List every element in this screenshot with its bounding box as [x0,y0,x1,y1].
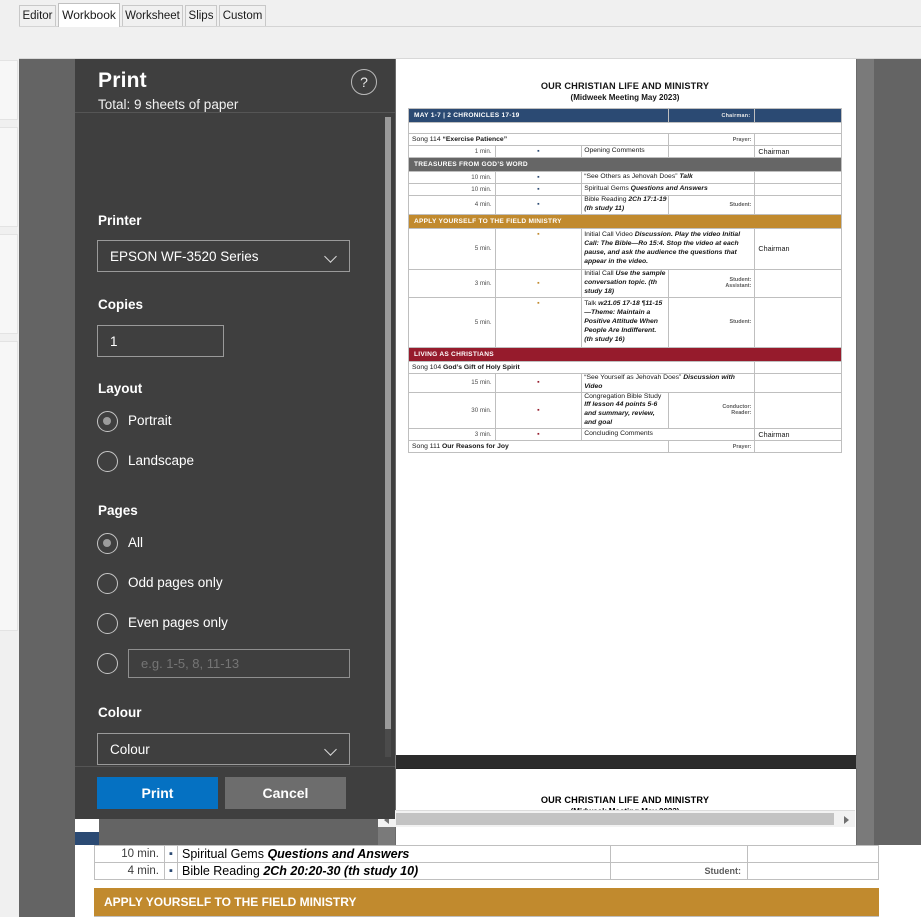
pages-option-custom[interactable] [97,651,377,677]
background-document-area: 10 min. ▪ Spiritual Gems Questions and A… [19,845,921,917]
table-row: 10 min. ▪ Spiritual Gems Questions and A… [95,846,879,863]
printer-label: Printer [98,213,142,228]
colour-label: Colour [98,705,142,720]
bullet-icon: ▪ [165,846,178,863]
help-icon[interactable]: ? [351,69,377,95]
gutter-panel-4 [0,341,18,631]
bg-gems-bold: Questions and Answers [267,847,409,861]
bg-row-gems-main: Spiritual Gems Questions and Answers [178,846,611,863]
layout-option-portrait[interactable]: Portrait [97,409,377,435]
background-schedule-table: 10 min. ▪ Spiritual Gems Questions and A… [94,845,879,880]
radio-portrait[interactable] [97,411,118,432]
dialog-scrollbar-track[interactable] [385,117,391,757]
dialog-body: Printer EPSON WF-3520 Series Copies 1 La… [75,113,395,767]
tab-worksheet[interactable]: Worksheet [122,5,183,27]
pages-option-all[interactable]: All [97,531,377,557]
table-row: 4 min. ▪ Bible Reading 2Ch 20:20-30 (th … [95,863,879,880]
print-dialog: Print Total: 9 sheets of paper ? Printer… [75,59,395,819]
colour-value: Colour [110,742,150,757]
pages-even-label: Even pages only [128,613,228,633]
dialog-scroll-thumb[interactable] [385,117,391,729]
pages-odd-label: Odd pages only [128,573,223,593]
radio-odd-pages[interactable] [97,573,118,594]
copies-input[interactable]: 1 [97,325,224,357]
pages-label: Pages [98,503,138,518]
copies-value: 1 [110,334,118,349]
cancel-button[interactable]: Cancel [225,777,346,809]
layout-label: Layout [98,381,142,396]
gutter-panel-1 [0,60,18,120]
bg-bible-bold: 2Ch 20:20-30 (th study 10) [263,864,418,878]
printer-select[interactable]: EPSON WF-3520 Series [97,240,350,272]
bg-row-bible-main: Bible Reading 2Ch 20:20-30 (th study 10) [178,863,611,880]
bg-row-bible-time: 4 min. [95,863,165,880]
pages-all-label: All [128,533,143,553]
background-document: 10 min. ▪ Spiritual Gems Questions and A… [94,845,921,917]
layout-portrait-label: Portrait [128,411,172,431]
toolbar: Full Screen Personal Copies Weeks to Inc… [0,27,921,59]
printer-value: EPSON WF-3520 Series [110,249,259,264]
chevron-down-icon [326,252,337,263]
dialog-title: Print [98,69,147,93]
bg-bible-plain: Bible Reading [182,864,263,878]
bg-row-gems-time: 10 min. [95,846,165,863]
bg-row-bible-name [748,863,879,880]
gutter-panel-3 [0,234,18,334]
bg-row-gems-assign [611,846,748,863]
radio-landscape[interactable] [97,451,118,472]
pages-option-odd[interactable]: Odd pages only [97,571,377,597]
tab-strip: Editor Workbook Worksheet Slips Custom [0,0,921,27]
radio-even-pages[interactable] [97,613,118,634]
dialog-header: Print Total: 9 sheets of paper ? [75,59,395,113]
custom-range-input[interactable] [128,649,350,678]
left-gutter [0,0,19,917]
print-button[interactable]: Print [97,777,218,809]
copies-label: Copies [98,297,143,312]
bg-gems-plain: Spiritual Gems [182,847,267,861]
layout-landscape-label: Landscape [128,451,194,471]
background-document-gutter [19,845,75,917]
tab-editor[interactable]: Editor [19,5,56,27]
bg-row-bible-assign: Student: [611,863,748,880]
layout-option-landscape[interactable]: Landscape [97,449,377,475]
radio-custom-range[interactable] [97,653,118,674]
tab-workbook[interactable]: Workbook [58,3,120,27]
bg-row-gems-name [748,846,879,863]
modal-overlay: Print Total: 9 sheets of paper ? Printer… [19,59,921,845]
bg-band-apply-label: APPLY YOURSELF TO THE FIELD MINISTRY [94,888,879,916]
pages-option-even[interactable]: Even pages only [97,611,377,637]
tab-slips[interactable]: Slips [185,5,217,27]
tab-custom[interactable]: Custom [219,5,266,27]
gutter-panel-2 [0,127,18,227]
dialog-total-sheets: Total: 9 sheets of paper [98,97,238,112]
dialog-footer: Print Cancel [75,766,395,819]
radio-all-pages[interactable] [97,533,118,554]
chevron-down-icon [326,745,337,756]
colour-select[interactable]: Colour [97,733,350,765]
bullet-icon: ▪ [165,863,178,880]
